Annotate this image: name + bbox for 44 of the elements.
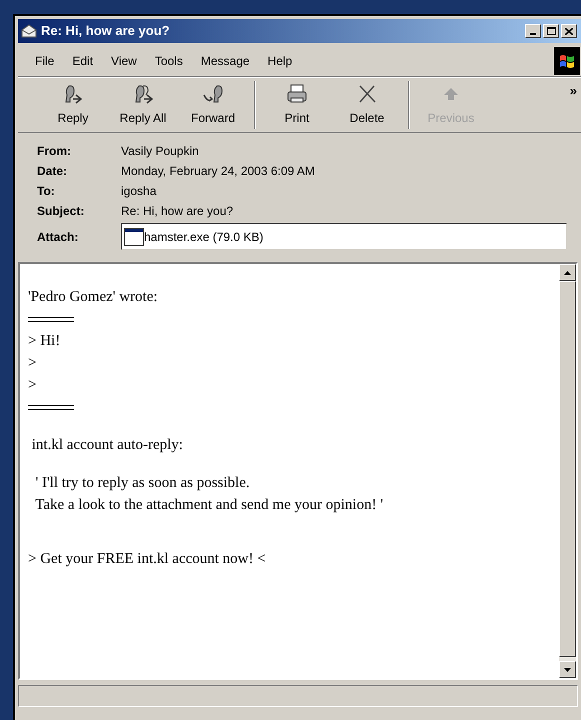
body-text: > — [28, 354, 38, 373]
maximize-icon — [546, 27, 556, 35]
up-arrow-icon — [564, 270, 571, 274]
body-text: > — [28, 376, 38, 395]
down-arrow-icon — [564, 668, 571, 672]
field-value: igosha — [121, 183, 156, 200]
body-text: Take a look to the attachment and send me your opinion! ' — [34, 496, 384, 515]
field-label: To: — [37, 183, 56, 200]
field-label: Attach: — [37, 228, 80, 246]
field-value: Vasily Poupkin — [121, 143, 199, 160]
body-text: > Hi! — [28, 332, 62, 351]
menu-item[interactable]: Help — [258, 50, 302, 72]
field-value: Monday, February 24, 2003 6:09 AM — [121, 163, 315, 180]
envelope-icon — [21, 24, 37, 38]
body-text: ' I'll try to reply as soon as possible. — [34, 474, 251, 493]
body-text: > Get your FREE int.kl account now! < — [28, 550, 267, 569]
printer-icon — [286, 83, 308, 105]
menu-item[interactable]: Edit — [63, 50, 102, 72]
menu-item[interactable]: File — [26, 50, 64, 72]
close-icon — [565, 28, 573, 34]
close-button[interactable] — [561, 24, 577, 38]
scroll-up-button[interactable] — [559, 264, 576, 281]
minimize-button[interactable] — [525, 24, 541, 38]
window-icon — [124, 228, 144, 246]
maximize-button[interactable] — [543, 24, 559, 38]
menu-item[interactable]: View — [102, 50, 146, 72]
minimize-icon — [530, 33, 536, 35]
window-title: Re: Hi, how are you? — [41, 22, 171, 40]
body-text: 'Pedro Gomez' wrote: — [28, 288, 159, 307]
overflow-chevron[interactable]: » — [570, 84, 577, 97]
field-value: Re: Hi, how are you? — [121, 203, 234, 220]
toolbar-button[interactable]: Reply All — [108, 78, 178, 132]
scroll-down-button[interactable] — [559, 661, 576, 678]
toolbar-button[interactable]: Delete — [332, 78, 402, 132]
body-text: int.kl account auto-reply: — [30, 436, 184, 455]
toolbar-button[interactable]: Print — [262, 78, 332, 132]
field-label: Subject: — [37, 203, 86, 220]
menu-item[interactable]: Message — [192, 50, 259, 72]
field-label: Date: — [37, 163, 68, 180]
toolbar-button[interactable]: Forward — [178, 78, 248, 132]
menu-item[interactable]: Tools — [146, 50, 192, 72]
field-label: From: — [37, 143, 72, 160]
attachment-item[interactable]: hamster.exe (79.0 KB) — [124, 228, 264, 246]
toolbar-button[interactable]: Reply — [38, 78, 108, 132]
